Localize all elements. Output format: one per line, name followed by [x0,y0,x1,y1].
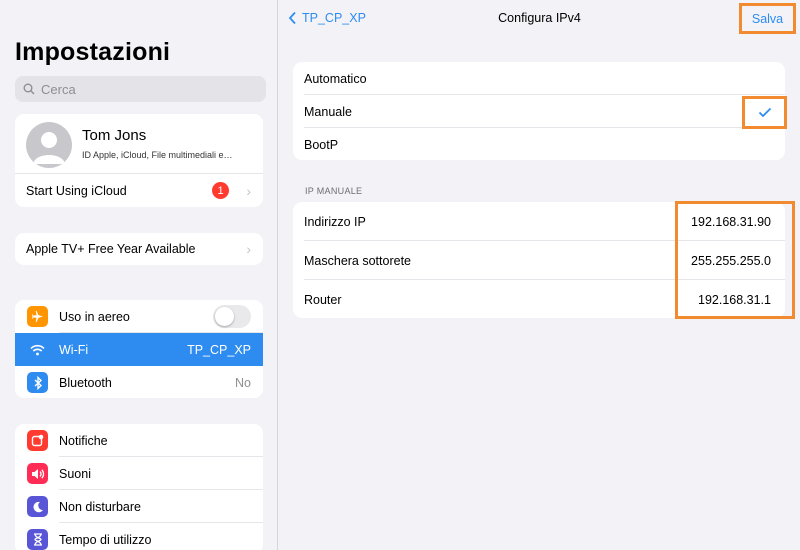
sidebar-title: Impostazioni [15,38,171,66]
save-button[interactable]: Salva [739,3,796,34]
system-group: Notifiche Suoni Non disturbare Tempo di … [15,424,263,550]
ipv4-config-panel: TP_CP_XP Configura IPv4 Salva Automatico… [279,0,800,550]
ip-field-label: Indirizzo IP [304,214,366,229]
airplane-mode-toggle[interactable] [213,305,251,328]
person-icon [33,132,65,164]
wifi-icon [27,339,48,360]
start-icloud-label: Start Using iCloud [26,183,127,198]
settings-sidebar: Impostazioni Cerca Tom Jons ID Apple, iC… [0,0,278,550]
sidebar-item-label: Suoni [59,466,91,481]
mode-option-label: BootP [304,137,339,152]
wifi-network-value: TP_CP_XP [187,342,251,357]
ip-field-label: Router [304,292,342,307]
profile-name: Tom Jons [82,127,147,144]
start-icloud-row[interactable]: Start Using iCloud 1 › [15,174,263,207]
sidebar-item-label: Uso in aereo [59,309,130,324]
section-header-manual-ip: IP MANUALE [305,186,363,196]
sidebar-item-label: Tempo di utilizzo [59,532,152,547]
search-field[interactable]: Cerca [15,76,266,102]
search-icon [23,83,35,95]
sidebar-item-sounds[interactable]: Suoni [15,457,263,490]
appletv-offer-label: Apple TV+ Free Year Available [26,242,196,256]
sidebar-item-label: Bluetooth [59,375,112,390]
mode-option-label: Manuale [304,104,352,119]
chevron-right-icon: › [246,241,251,257]
bluetooth-value: No [235,375,251,390]
search-placeholder: Cerca [41,81,76,97]
appletv-offer-row[interactable]: Apple TV+ Free Year Available › [15,233,263,265]
mode-option-label: Automatico [304,71,367,86]
ipv4-mode-group: Automatico Manuale BootP [293,62,785,160]
checkmark-icon [742,96,787,129]
page-title: Configura IPv4 [498,11,581,25]
profile-row[interactable]: Tom Jons ID Apple, iCloud, File multimed… [15,114,263,174]
ip-values-highlight [675,201,795,319]
mode-option-automatic[interactable]: Automatico [293,62,785,95]
sidebar-item-screen-time[interactable]: Tempo di utilizzo [15,523,263,550]
sidebar-item-airplane-mode[interactable]: Uso in aereo [15,300,263,333]
mode-option-manual[interactable]: Manuale [293,95,785,128]
hourglass-icon [27,529,48,550]
profile-group: Tom Jons ID Apple, iCloud, File multimed… [15,114,263,207]
sidebar-item-label: Non disturbare [59,499,141,514]
sidebar-item-do-not-disturb[interactable]: Non disturbare [15,490,263,523]
network-group: Uso in aereo Wi-Fi TP_CP_XP Bluetooth No [15,300,263,398]
sidebar-item-wifi[interactable]: Wi-Fi TP_CP_XP [15,333,263,366]
avatar [26,122,72,168]
notifications-icon [27,430,48,451]
chevron-right-icon: › [246,182,251,199]
profile-subtitle: ID Apple, iCloud, File multimediali e… [82,150,233,160]
sidebar-item-notifications[interactable]: Notifiche [15,424,263,457]
notification-badge: 1 [212,182,229,199]
sounds-icon [27,463,48,484]
ip-field-label: Maschera sottorete [304,253,411,268]
sidebar-item-bluetooth[interactable]: Bluetooth No [15,366,263,398]
mode-option-bootp[interactable]: BootP [293,128,785,160]
moon-icon [27,496,48,517]
bluetooth-icon [27,372,48,393]
sidebar-item-label: Wi-Fi [59,342,89,357]
airplane-icon [27,306,48,327]
sidebar-item-label: Notifiche [59,433,108,448]
